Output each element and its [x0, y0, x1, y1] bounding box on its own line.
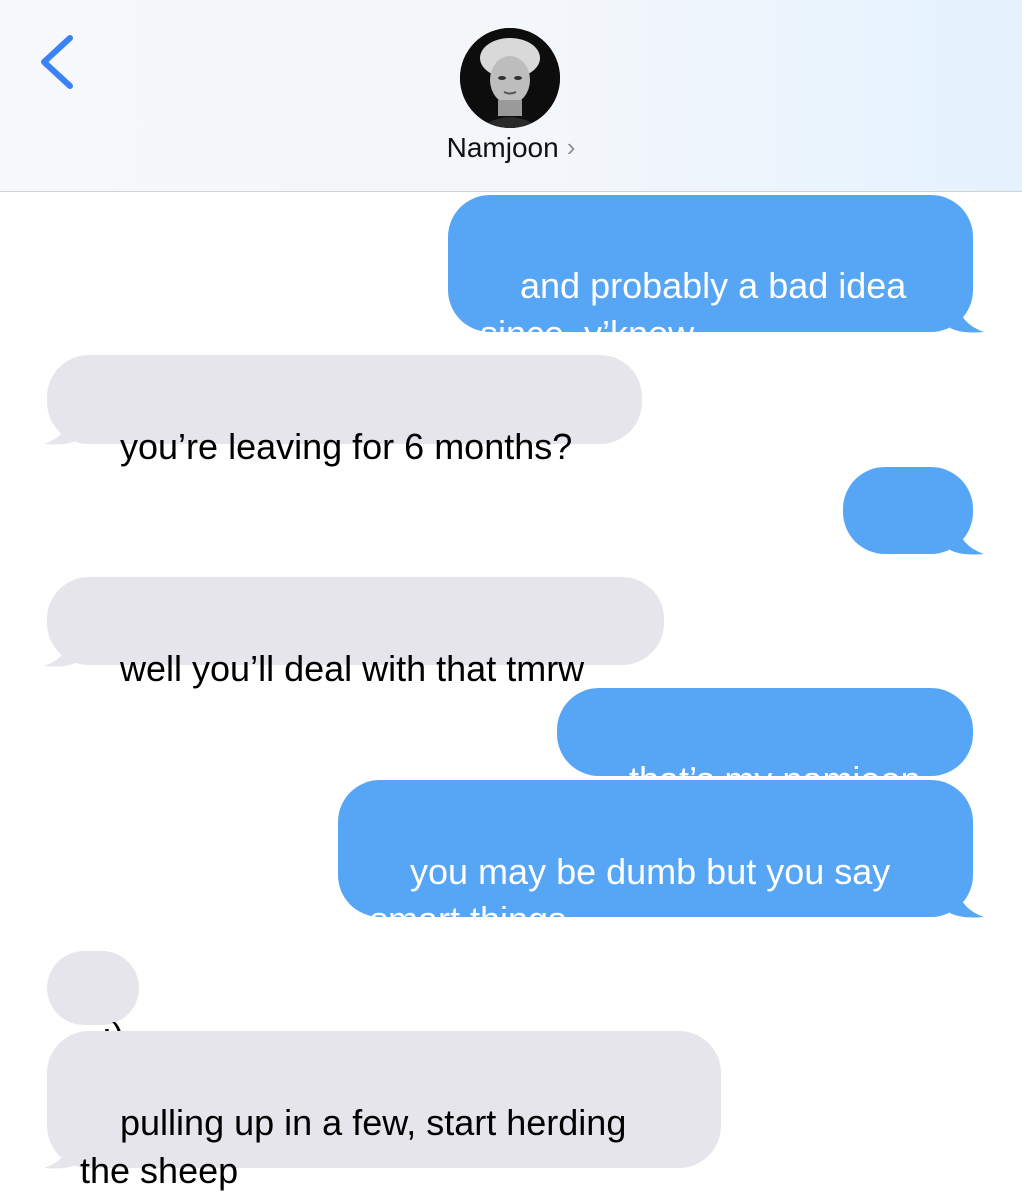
contact-name-row: Namjoon ›: [0, 130, 1022, 166]
sent-bubble-tail: [950, 885, 984, 918]
avatar-photo-icon: [460, 28, 560, 128]
chevron-right-icon: ›: [566, 132, 576, 162]
back-button[interactable]: [30, 30, 86, 94]
sent-bubble-tail: [950, 300, 984, 333]
received-bubble-tail: [44, 412, 78, 445]
conversation-header: Namjoon ›: [0, 0, 1022, 192]
contact-name: Namjoon: [446, 132, 559, 163]
received-message[interactable]: pulling up in a few, start herding the s…: [47, 1031, 721, 1191]
chevron-left-icon: [41, 35, 73, 89]
message-text: yup: [876, 586, 935, 627]
received-bubble-tail: [44, 634, 78, 667]
contact-name-button[interactable]: Namjoon ›: [447, 130, 576, 166]
message-text: and probably a bad idea since, y’know..: [480, 265, 907, 354]
sent-message[interactable]: that’s my namjoon: [557, 688, 973, 800]
message-text: well you’ll deal with that tmrw: [120, 648, 585, 689]
received-message[interactable]: you’re leaving for 6 months?: [47, 355, 642, 467]
message-text: you may be dumb but you say smart things: [370, 851, 891, 940]
received-message[interactable]: well you’ll deal with that tmrw: [47, 577, 664, 689]
sent-message[interactable]: you may be dumb but you say smart things: [338, 780, 973, 940]
sent-message[interactable]: and probably a bad idea since, y’know..: [448, 195, 973, 354]
contact-avatar[interactable]: [460, 28, 560, 128]
message-text: pulling up in a few, start herding the s…: [80, 1102, 627, 1191]
received-bubble-tail: [44, 1136, 78, 1169]
received-message[interactable]: :): [47, 951, 139, 1056]
sent-bubble-tail: [950, 522, 984, 555]
message-text: you’re leaving for 6 months?: [120, 426, 573, 467]
messages-screen: Namjoon › and probably a bad idea since,…: [0, 0, 1022, 1200]
